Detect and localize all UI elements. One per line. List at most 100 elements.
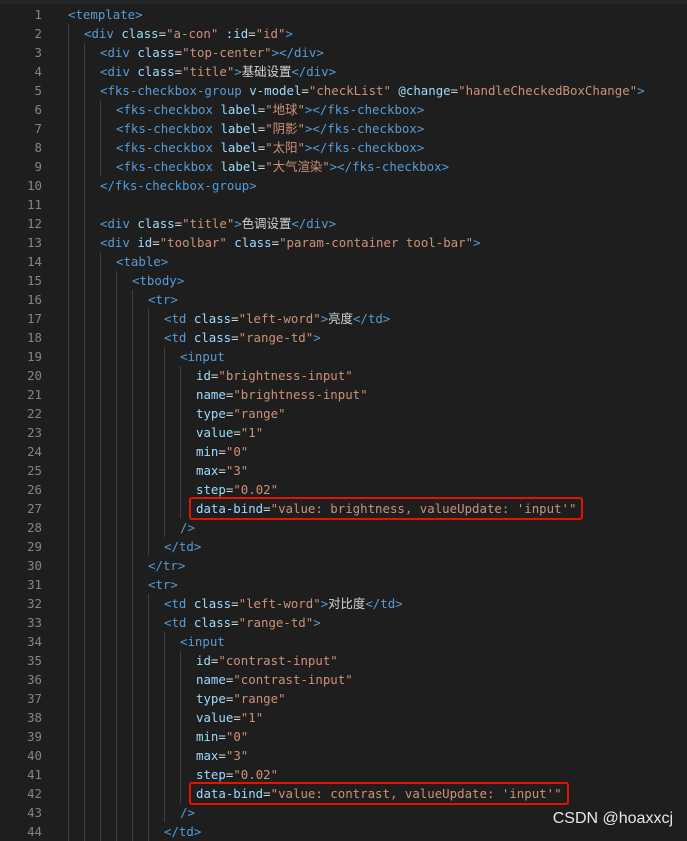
string-token: "range-td" [238,615,314,630]
code-line[interactable]: 29 </td> [0,537,687,556]
string-token: "brightness-input" [233,387,368,402]
string-token: "title" [182,64,235,79]
code-line[interactable]: 39 min="0" [0,727,687,746]
code-line[interactable]: 5 <fks-checkbox-group v-model="checkList"… [0,81,687,100]
indent-guide [148,727,149,746]
code-line[interactable]: 42 data-bind="value: contrast, valueUpdat… [0,782,687,805]
indent-guide [68,556,69,575]
code-line[interactable]: 34 <input [0,632,687,651]
code-line[interactable]: 1 <template> [0,5,687,24]
code-line[interactable]: 24 min="0" [0,442,687,461]
code-line[interactable]: 32 <td class="left-word">对比度</td> [0,594,687,613]
indent-guide [100,537,101,556]
line-number: 1 [34,7,42,22]
indent-guide [132,727,133,746]
code-line[interactable]: 8 <fks-checkbox label="太阳"></fks-checkbox… [0,138,687,157]
code-line[interactable]: 21 name="brightness-input" [0,385,687,404]
code-line[interactable]: 36 name="contrast-input" [0,670,687,689]
indent-guide [68,632,69,651]
indent-guide [84,347,85,366]
code-line[interactable]: 27 data-bind="value: brightness, valueUpd… [0,497,687,520]
code-line[interactable]: 12 <div class="title">色调设置</div> [0,214,687,233]
code-line[interactable]: 25 max="3" [0,461,687,480]
code-text: <div class="title">基础设置</div> [100,62,336,81]
indent-guide [100,290,101,309]
code-line[interactable]: 16 <tr> [0,290,687,309]
code-line[interactable]: 35 id="contrast-input" [0,651,687,670]
indent-guide [132,822,133,841]
code-line[interactable]: 14 <table> [0,252,687,271]
indent-guide [148,594,149,613]
indent-guide [100,404,101,423]
attribute-token: class [137,64,175,79]
text-token: 色调设置 [241,216,292,231]
code-line[interactable]: 31 <tr> [0,575,687,594]
code-line[interactable]: 15 <tbody> [0,271,687,290]
code-text: <table> [116,252,168,271]
indent-guide [84,784,85,803]
indent-guide [84,81,85,100]
code-text: <fks-checkbox label="大气渲染"></fks-checkbo… [116,157,449,176]
code-line[interactable]: 19 <input [0,347,687,366]
indent-guide [100,271,101,290]
indent-guide [68,461,69,480]
indent-guide [180,746,181,765]
indent-guide [68,62,69,81]
code-line[interactable]: 22 type="range" [0,404,687,423]
indent-guide [132,556,133,575]
line-number: 9 [34,159,42,174]
indent-guide [148,499,149,518]
code-line[interactable]: 38 value="1" [0,708,687,727]
indent-guide [116,556,117,575]
text-token: 对比度 [328,596,366,611]
code-line[interactable]: 3 <div class="top-center"></div> [0,43,687,62]
highlight-box [189,497,584,520]
code-line[interactable]: 10 </fks-checkbox-group> [0,176,687,195]
indent-guide [68,613,69,632]
indent-guide [116,689,117,708]
code-text: </td> [164,822,201,841]
watermark: CSDN @hoaxxcj [552,810,673,827]
text-token: = [174,64,183,79]
code-line[interactable]: 40 max="3" [0,746,687,765]
indent-guide [84,43,85,62]
indent-guide [116,347,117,366]
code-line[interactable]: 20 id="brightness-input" [0,366,687,385]
tag-token: ></div> [271,45,324,60]
code-line[interactable]: 4 <div class="title">基础设置</div> [0,62,687,81]
code-line[interactable]: 11 [0,195,687,214]
indent-guide [68,290,69,309]
indent-guide [68,24,69,43]
line-number: 29 [27,539,42,554]
indent-guide [132,347,133,366]
tag-token: <template> [68,7,143,22]
tag-token: <input [180,349,225,364]
string-token: "0" [225,729,249,744]
attribute-token: :id [218,26,249,41]
code-line[interactable]: 6 <fks-checkbox label="地球"></fks-checkbox… [0,100,687,119]
string-token: "left-word" [238,311,321,326]
code-line[interactable]: 17 <td class="left-word">亮度</td> [0,309,687,328]
attribute-token: value [196,710,234,725]
indent-guide [100,670,101,689]
code-line[interactable]: 28 /> [0,518,687,537]
indent-guide [132,746,133,765]
indent-guide [84,765,85,784]
text-token: = [231,615,239,630]
attribute-token: max [196,463,219,478]
indent-guide [116,328,117,347]
code-editor[interactable]: 1 <template> 2 <div class="a-con" :id="id">… [0,5,687,841]
line-number: 28 [27,520,42,535]
indent-guide [84,366,85,385]
code-line[interactable]: 23 value="1" [0,423,687,442]
code-line[interactable]: 13 <div id="toolbar" class="param-contain… [0,233,687,252]
indent-guide [68,423,69,442]
code-line[interactable]: 9 <fks-checkbox label="大气渲染"></fks-checkb… [0,157,687,176]
indent-guide [148,803,149,822]
code-line[interactable]: 33 <td class="range-td"> [0,613,687,632]
code-line[interactable]: 37 type="range" [0,689,687,708]
code-line[interactable]: 30 </tr> [0,556,687,575]
code-line[interactable]: 7 <fks-checkbox label="阴影"></fks-checkbox… [0,119,687,138]
code-line[interactable]: 18 <td class="range-td"> [0,328,687,347]
code-line[interactable]: 2 <div class="a-con" :id="id"> [0,24,687,43]
